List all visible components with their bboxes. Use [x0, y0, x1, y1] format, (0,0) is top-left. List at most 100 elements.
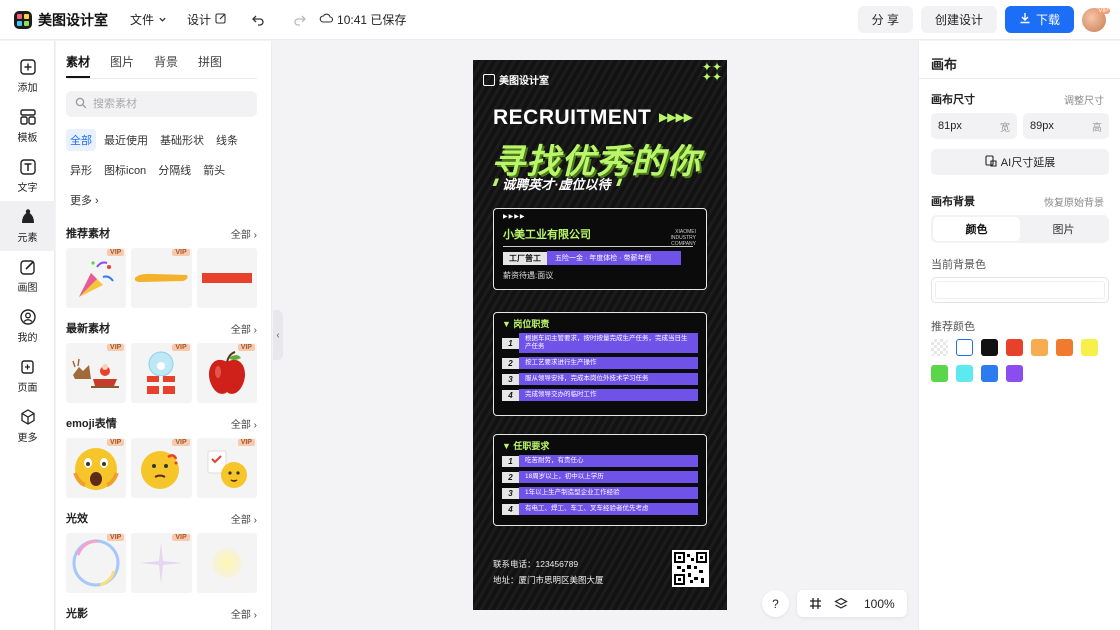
duty-number: 3: [502, 373, 519, 385]
swatch-black[interactable]: [981, 339, 998, 356]
tab-materials[interactable]: 素材: [66, 53, 91, 78]
add-page-icon: [20, 360, 34, 374]
width-field[interactable]: 81px 宽: [931, 113, 1017, 139]
vip-badge: VIP: [172, 439, 190, 446]
rail-item-template[interactable]: 模板: [0, 101, 55, 151]
gift-snow-globe-sticker[interactable]: VIP: [131, 343, 192, 403]
requirement-text: 吃苦耐劳，有责任心: [519, 455, 698, 467]
app-logo[interactable]: 美图设计室: [14, 10, 108, 30]
checklist-emoji[interactable]: VIP: [196, 438, 257, 498]
restore-bg-link[interactable]: 恢复原始背景: [1044, 194, 1104, 209]
swatch-green[interactable]: [931, 365, 948, 382]
rail-item-add[interactable]: 添加: [0, 51, 55, 101]
chip-basic-shapes[interactable]: 基础形状: [156, 129, 208, 151]
swatch-light-orange[interactable]: [1031, 339, 1048, 356]
current-bg-swatch[interactable]: [931, 277, 1109, 303]
create-design-button[interactable]: 创建设计: [920, 6, 997, 33]
help-button[interactable]: ?: [762, 590, 789, 617]
rail-item-pages[interactable]: 页面: [0, 351, 55, 401]
search-icon: [75, 97, 87, 112]
share-button[interactable]: 分 享: [857, 6, 913, 33]
undo-icon[interactable]: [247, 9, 269, 31]
chip-arrows[interactable]: 箭头: [199, 159, 229, 181]
thinking-emoji[interactable]: VIP: [131, 438, 192, 498]
duty-item: 4 完成领导交办的临时工作: [502, 389, 698, 401]
rail-label: 更多: [17, 433, 38, 444]
swatch-red[interactable]: [1006, 339, 1023, 356]
section-title: emoji表情: [66, 418, 117, 430]
ai-extend-label: AI尺寸延展: [1000, 157, 1056, 169]
rail-item-text[interactable]: 文字: [0, 151, 55, 201]
adjust-size-link[interactable]: 调整尺寸: [1064, 92, 1104, 107]
shocked-emoji[interactable]: VIP: [66, 438, 127, 498]
see-all-link[interactable]: 全部 ›: [231, 606, 257, 621]
collapse-panel-button[interactable]: ‹: [273, 310, 283, 360]
asset-panel: 素材 图片 背景 拼图 全部 最近使用 基础形状 线条 异形 图标icon 分隔…: [56, 41, 272, 630]
tab-images[interactable]: 图片: [110, 53, 134, 78]
duty-item: 3 服从领导安排，完成本岗位外技术学习任务: [502, 373, 698, 385]
bg-type-color[interactable]: 颜色: [933, 217, 1020, 241]
chip-more[interactable]: 更多 ›: [66, 189, 103, 211]
requirement-text: 有电工、焊工、车工、叉车经验者优先考虑: [519, 503, 698, 515]
red-bar[interactable]: [196, 248, 257, 308]
rail-item-draw[interactable]: 画图: [0, 251, 55, 301]
search-input[interactable]: [93, 98, 243, 110]
bubble-light[interactable]: VIP: [66, 533, 127, 593]
avatar[interactable]: VIP: [1082, 7, 1110, 32]
party-popper-sticker[interactable]: VIP: [66, 248, 127, 308]
requirement-item: 4 有电工、焊工、车工、叉车经验者优先考虑: [502, 503, 698, 515]
swatch-purple[interactable]: [1006, 365, 1023, 382]
swatch-cyan[interactable]: [956, 365, 973, 382]
swatch-white[interactable]: [956, 339, 973, 356]
chip-dividers[interactable]: 分隔线: [154, 159, 195, 181]
see-all-link[interactable]: 全部 ›: [231, 226, 257, 241]
download-button[interactable]: 下载: [1004, 6, 1074, 33]
requirement-item: 2 18周岁以上，初中以上学历: [502, 471, 698, 483]
chip-icons[interactable]: 图标icon: [100, 159, 150, 181]
santa-sleigh-sticker[interactable]: VIP: [66, 343, 127, 403]
see-all-link[interactable]: 全部 ›: [231, 416, 257, 431]
file-menu[interactable]: 文件: [130, 11, 167, 28]
zoom-level[interactable]: 100%: [854, 597, 901, 611]
rail-item-mine[interactable]: 我的: [0, 301, 55, 351]
rail-item-more[interactable]: 更多: [0, 401, 55, 451]
tab-collage[interactable]: 拼图: [198, 53, 222, 78]
redo-icon[interactable]: [289, 9, 311, 31]
vip-badge: VIP: [107, 344, 125, 351]
see-all-link[interactable]: 全部 ›: [231, 511, 257, 526]
sparkle-light[interactable]: VIP: [131, 533, 192, 593]
grid-icon[interactable]: [803, 597, 828, 610]
height-field[interactable]: 89px 高: [1023, 113, 1109, 139]
swatch-yellow[interactable]: [1081, 339, 1098, 356]
bg-type-image[interactable]: 图片: [1020, 217, 1107, 241]
chip-all[interactable]: 全部: [66, 129, 96, 151]
vip-badge: VIP: [237, 344, 255, 351]
swatch-transparent[interactable]: [931, 339, 948, 356]
duty-text: 根据车间主管要求，按时按量完成生产任务，完成当日生产任务: [519, 333, 698, 353]
rail-label: 模板: [17, 133, 38, 144]
vip-badge: VIP: [107, 439, 125, 446]
yellow-brush-stroke[interactable]: VIP: [131, 248, 192, 308]
chip-recent[interactable]: 最近使用: [100, 129, 152, 151]
chip-irregular[interactable]: 异形: [66, 159, 96, 181]
swatch-blue[interactable]: [981, 365, 998, 382]
tab-backgrounds[interactable]: 背景: [154, 53, 178, 78]
poster-recruitment-title: RECRUITMENT: [493, 106, 652, 129]
poster-brand-text: 美图设计室: [499, 76, 549, 87]
chip-lines[interactable]: 线条: [212, 129, 242, 151]
ai-extend-button[interactable]: AI尺寸延展: [931, 149, 1109, 175]
requirements-card: ▼ 任职要求 1 吃苦耐劳，有责任心 2 18周岁以上，初中以上学历 3 1年以上生产…: [493, 434, 707, 526]
see-all-link[interactable]: 全部 ›: [231, 321, 257, 336]
text-icon: [19, 159, 36, 175]
red-apple-sticker[interactable]: VIP: [196, 343, 257, 403]
design-menu[interactable]: 设计: [187, 11, 227, 28]
canvas-poster[interactable]: 美图设计室 ✦✦ ✦✦ RECRUITMENT ▶▶▶▶ 寻找优秀的你 //// …: [473, 60, 727, 610]
slash-decoration-icon: ////: [493, 178, 498, 189]
glow-light[interactable]: [196, 533, 257, 593]
vip-badge: VIP: [172, 249, 190, 256]
swatch-orange[interactable]: [1056, 339, 1073, 356]
rail-item-elements[interactable]: 元素: [0, 201, 55, 251]
save-status: 10:41 已保存: [319, 11, 406, 28]
layers-icon[interactable]: [828, 597, 854, 610]
chip-more-label: 更多: [70, 195, 92, 207]
